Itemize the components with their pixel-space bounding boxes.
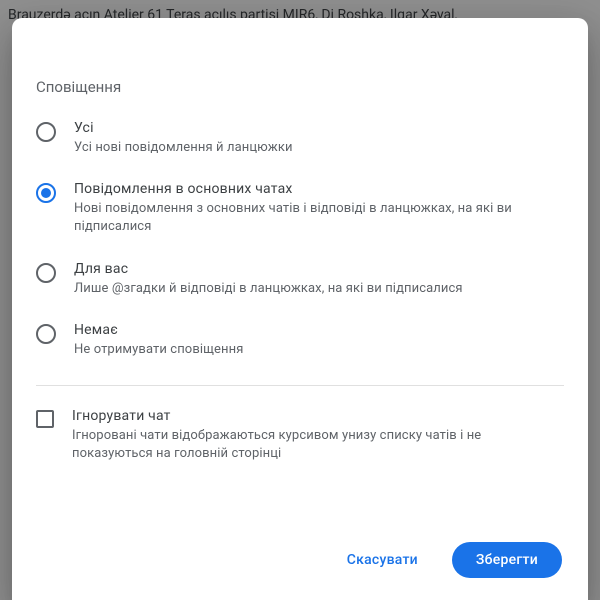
option-for-you[interactable]: Для вас Лише @згадки й відповіді в ланцю…: [36, 261, 564, 298]
ignore-desc: Ігноровані чати відображаються курсивом …: [72, 427, 564, 463]
option-title: Немає: [74, 322, 564, 338]
notification-options: Усі Усі нові повідомлення й ланцюжки Пов…: [36, 120, 564, 359]
option-desc: Усі нові повідомлення й ланцюжки: [74, 139, 564, 157]
ignore-chat-option[interactable]: Ігнорувати чат Ігноровані чати відобража…: [36, 408, 564, 463]
notifications-dialog: Сповіщення Усі Усі нові повідомлення й л…: [12, 18, 588, 600]
radio-icon[interactable]: [36, 183, 56, 203]
option-desc: Лише @згадки й відповіді в ланцюжках, на…: [74, 280, 564, 298]
option-title: Усі: [74, 120, 564, 136]
option-desc: Не отримувати сповіщення: [74, 341, 564, 359]
option-main-chats[interactable]: Повідомлення в основних чатах Нові повід…: [36, 181, 564, 236]
checkbox-icon[interactable]: [36, 410, 54, 428]
option-all[interactable]: Усі Усі нові повідомлення й ланцюжки: [36, 120, 564, 157]
save-button[interactable]: Зберегти: [452, 542, 562, 578]
option-title: Повідомлення в основних чатах: [74, 181, 564, 197]
option-none[interactable]: Немає Не отримувати сповіщення: [36, 322, 564, 359]
ignore-title: Ігнорувати чат: [72, 408, 564, 424]
option-title: Для вас: [74, 261, 564, 277]
radio-icon[interactable]: [36, 122, 56, 142]
divider: [36, 385, 564, 386]
cancel-button[interactable]: Скасувати: [323, 542, 442, 578]
radio-icon[interactable]: [36, 324, 56, 344]
dialog-actions: Скасувати Зберегти: [12, 522, 588, 600]
option-desc: Нові повідомлення з основних чатів і від…: [74, 200, 564, 236]
section-title: Сповіщення: [36, 78, 564, 96]
radio-icon[interactable]: [36, 263, 56, 283]
